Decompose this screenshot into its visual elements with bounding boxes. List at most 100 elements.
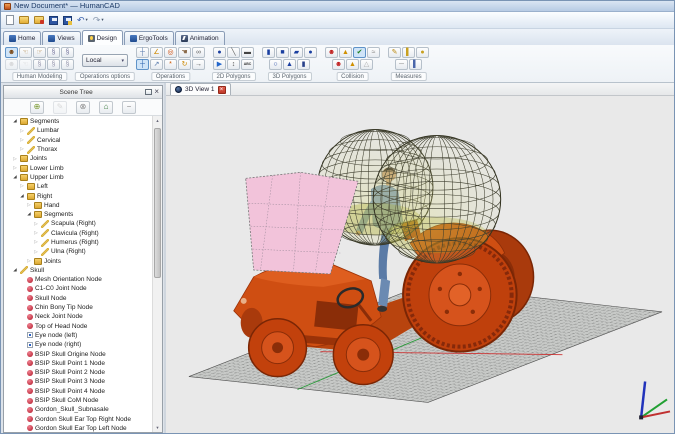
expander-icon[interactable]: ▷ [33, 222, 39, 227]
expander-icon[interactable]: ◢ [12, 119, 18, 124]
collision-warning-button[interactable]: ▲ [339, 47, 352, 58]
close-panel-icon[interactable] [154, 89, 159, 95]
create-human-button[interactable]: ☻ [5, 47, 18, 58]
tree-item-bsip-skull-com-node[interactable]: BSIP Skull CoM Node [4, 396, 152, 405]
create-prism-button[interactable]: ▮ [297, 59, 310, 70]
human-properties-button[interactable]: § [61, 59, 74, 70]
draw-rectangle-button[interactable]: ▬ [241, 47, 254, 58]
undo-button[interactable]: ↶▾ [76, 13, 89, 27]
create-sphere-button[interactable]: ● [304, 47, 317, 58]
create-cylinder-button[interactable]: ▮ [262, 47, 275, 58]
close-view-icon[interactable] [218, 86, 226, 94]
tree-item-joints[interactable]: ▷Joints [4, 256, 152, 265]
draw-dimension-button[interactable]: ↕ [227, 59, 240, 70]
tree-item-bsip-skull-origine-node[interactable]: BSIP Skull Origine Node [4, 349, 152, 358]
hand-pose-left-button[interactable]: ☜ [19, 47, 32, 58]
delete-node-button[interactable]: ⊗ [76, 101, 90, 114]
tree-item-c1-c0-joint-node[interactable]: C1-C0 Joint Node [4, 284, 152, 293]
move-button[interactable]: ┼ [136, 59, 149, 70]
dropdown-caret-icon[interactable]: ▾ [101, 18, 103, 23]
draw-circle-button[interactable]: ● [213, 47, 226, 58]
tree-item-skull[interactable]: ◢Skull [4, 266, 152, 275]
title-bar[interactable]: New Document* — HumanCAD [1, 1, 674, 12]
tree-item-bsip-skull-point-1-node[interactable]: BSIP Skull Point 1 Node [4, 359, 152, 368]
tree-item-joints[interactable]: ▷Joints [4, 154, 152, 163]
tree-item-bsip-skull-point-4-node[interactable]: BSIP Skull Point 4 Node [4, 387, 152, 396]
collision-cloud-button[interactable]: ≈ [367, 47, 380, 58]
expander-icon[interactable]: ◢ [26, 212, 32, 217]
scene-tree-titlebar[interactable]: Scene Tree [4, 86, 162, 99]
file-preview-button[interactable] [33, 13, 45, 27]
measure-pencil-button[interactable]: ✎ [388, 47, 401, 58]
measure-angle-button[interactable]: ∠ [150, 47, 163, 58]
scene-tree-scrollbar[interactable]: ▲ ▼ [152, 116, 162, 432]
explode-button[interactable]: * [164, 59, 177, 70]
target-button[interactable]: ◎ [164, 47, 177, 58]
redo-button[interactable]: ↷▾ [92, 13, 105, 27]
tree-item-segments[interactable]: ◢Segments [4, 117, 152, 126]
save-button[interactable] [48, 13, 59, 27]
tree-item-hand[interactable]: ▷Hand [4, 201, 152, 210]
tree-item-eye-node-right-[interactable]: Eye node (right) [4, 340, 152, 349]
dropdown-caret-icon[interactable]: ▾ [86, 18, 88, 23]
create-box-button[interactable]: ▰ [290, 47, 303, 58]
tree-item-neck-joint-node[interactable]: Neck Joint Node [4, 312, 152, 321]
expander-icon[interactable]: ▷ [12, 166, 18, 171]
expander-icon[interactable]: ▷ [33, 240, 39, 245]
home-view-button[interactable]: ⌂ [99, 101, 113, 114]
expander-icon[interactable]: ◢ [12, 175, 18, 180]
open-document-button[interactable] [18, 13, 30, 27]
reach-envelope-2[interactable] [373, 136, 500, 263]
collision-human-button[interactable]: ☻ [325, 47, 338, 58]
tree-item-gordon-skull-ear-top-left-node[interactable]: Gordon Skull Ear Top Left Node [4, 424, 152, 432]
translate-button[interactable]: → [192, 59, 205, 70]
tree-item-top-of-head-node[interactable]: Top of Head Node [4, 322, 152, 331]
tree-item-thorax[interactable]: ▷Thorax [4, 145, 152, 154]
expander-icon[interactable]: ▷ [19, 138, 25, 143]
tab-design[interactable]: Design [82, 30, 123, 45]
tree-item-eye-node-left-[interactable]: Eye node (left) [4, 331, 152, 340]
measure-tape-button[interactable]: ● [416, 47, 429, 58]
tree-item-gordon-skull-ear-top-right-node[interactable]: Gordon Skull Ear Top Right Node [4, 415, 152, 424]
anthropometry-button[interactable]: § [61, 47, 74, 58]
tree-item-gordon-skull-subnasale[interactable]: Gordon_Skull_Subnasale [4, 405, 152, 414]
expander-icon[interactable]: ◢ [12, 268, 18, 273]
tree-item-scapula-right-[interactable]: ▷Scapula (Right) [4, 219, 152, 228]
collapse-all-button[interactable]: − [122, 101, 136, 114]
measure-distance-button[interactable]: ─ [395, 59, 408, 70]
collision-warning-alt-button[interactable]: ▲ [346, 59, 359, 70]
tree-item-right[interactable]: ◢Right [4, 191, 152, 200]
human-tool-2-button[interactable]: ☜ [19, 59, 32, 70]
posture-library-button[interactable]: § [47, 47, 60, 58]
tree-item-bsip-skull-point-2-node[interactable]: BSIP Skull Point 2 Node [4, 368, 152, 377]
tab-home[interactable]: Home [3, 31, 41, 45]
save-as-button[interactable] [62, 13, 73, 27]
expander-icon[interactable]: ▷ [26, 259, 32, 264]
tree-item-mesh-orientation-node[interactable]: Mesh Orientation Node [4, 275, 152, 284]
insert-text-button[interactable]: ABC [241, 59, 254, 70]
tree-item-skull-node[interactable]: Skull Node [4, 294, 152, 303]
expander-icon[interactable]: ▷ [19, 184, 25, 189]
measure-ruler-button[interactable]: ▌ [402, 47, 415, 58]
tree-item-humerus-right-[interactable]: ▷Humerus (Right) [4, 238, 152, 247]
link-objects-button[interactable]: ∞ [192, 47, 205, 58]
scrollbar-thumb[interactable] [154, 128, 161, 278]
measure-height-button[interactable]: ▌ [409, 59, 422, 70]
tab-animation[interactable]: Animation [175, 31, 225, 45]
add-node-button[interactable]: ⊕ [30, 101, 44, 114]
draw-triangle-button[interactable]: ▶ [213, 59, 226, 70]
tree-item-bsip-skull-point-3-node[interactable]: BSIP Skull Point 3 Node [4, 377, 152, 386]
create-torus-button[interactable]: ○ [269, 59, 282, 70]
scroll-up-icon[interactable]: ▲ [153, 116, 162, 125]
collision-off-button[interactable]: △ [360, 59, 373, 70]
expander-icon[interactable]: ▷ [19, 129, 25, 134]
expander-icon[interactable]: ▷ [33, 231, 39, 236]
tree-item-ulna-right-[interactable]: ▷Ulna (Right) [4, 247, 152, 256]
create-cube-button[interactable]: ■ [276, 47, 289, 58]
collision-check-button[interactable]: ✔ [353, 47, 366, 58]
grab-button[interactable]: ☚ [178, 47, 191, 58]
tree-item-lumbar[interactable]: ▷Lumbar [4, 126, 152, 135]
expander-icon[interactable]: ◢ [19, 194, 25, 199]
rotate-button[interactable]: ↻ [178, 59, 191, 70]
tab-3d-view-1[interactable]: 3D View 1 [170, 83, 231, 95]
